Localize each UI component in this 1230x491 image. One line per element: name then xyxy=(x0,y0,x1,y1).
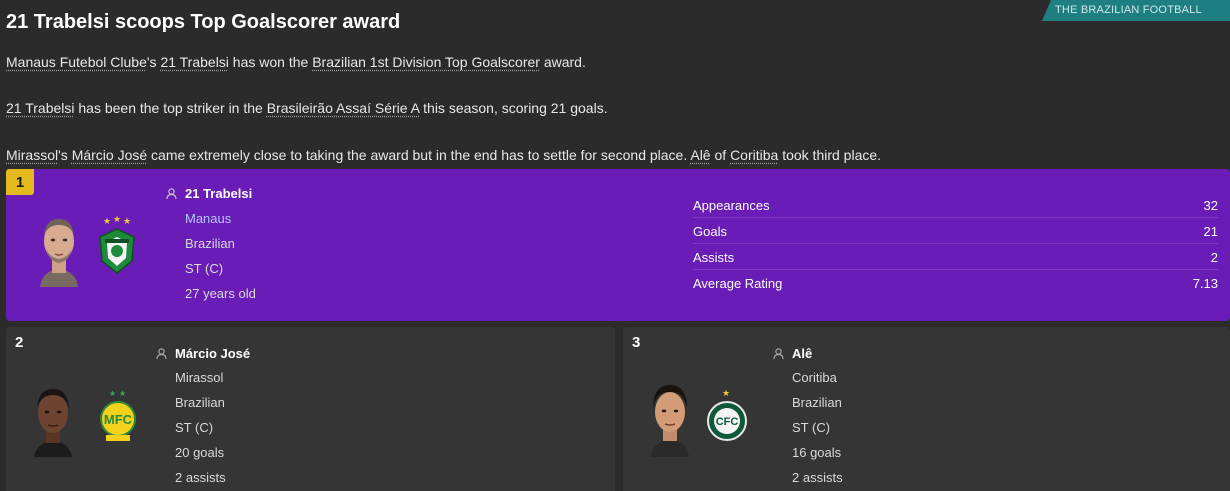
second-position: ST (C) xyxy=(175,420,214,435)
stat-divider xyxy=(693,217,1218,218)
player-face-icon[interactable] xyxy=(30,385,76,457)
stat-label-goals: Goals xyxy=(693,224,727,239)
winner-card: 1 ★ ★ ★ 21 Trabelsi Manaus Brazilian ST … xyxy=(6,169,1230,321)
stat-value-appearances: 32 xyxy=(1203,198,1218,213)
svg-text:★: ★ xyxy=(123,216,131,226)
rank-third: 3 xyxy=(632,334,641,351)
winner-name-text[interactable]: 21 Trabelsi xyxy=(185,186,252,201)
player-link-trabelsi[interactable]: 21 Trabelsi xyxy=(160,54,228,70)
award-link[interactable]: Brazilian 1st Division Top Goalscorer xyxy=(312,54,540,70)
svg-text:★: ★ xyxy=(119,389,126,398)
second-goals: 20 goals xyxy=(175,445,225,460)
player-link-ale[interactable]: Alê xyxy=(690,147,710,163)
third-goals: 16 goals xyxy=(792,445,842,460)
person-icon xyxy=(773,348,784,359)
newspaper-source-tab[interactable]: THE BRAZILIAN FOOTBALL DAILY xyxy=(1042,0,1230,21)
player-link-trabelsi-2[interactable]: 21 Trabelsi xyxy=(6,100,74,116)
news-paragraph-2: 21 Trabelsi has been the top striker in … xyxy=(6,100,608,116)
competition-link[interactable]: Brasileirão Assaí Série A xyxy=(267,100,420,116)
third-name-text[interactable]: Alê xyxy=(792,346,812,361)
svg-text:★: ★ xyxy=(113,215,121,224)
winner-age: 27 years old xyxy=(185,286,256,301)
second-nationality: Brazilian xyxy=(175,395,225,410)
club-link-mirassol[interactable]: Mirassol xyxy=(6,147,58,163)
stat-value-average-rating: 7.13 xyxy=(1192,276,1218,291)
player-face-icon[interactable] xyxy=(647,383,693,457)
player-link-marcio-jose[interactable]: Márcio José xyxy=(72,147,147,163)
svg-text:MFC: MFC xyxy=(104,412,133,427)
third-club[interactable]: Coritiba xyxy=(792,370,837,385)
winner-name[interactable]: 21 Trabelsi xyxy=(166,186,252,201)
club-link-coritiba[interactable]: Coritiba xyxy=(730,147,778,163)
stat-value-goals: 21 xyxy=(1203,224,1218,239)
svg-text:★: ★ xyxy=(103,216,111,226)
stat-divider xyxy=(693,243,1218,244)
second-place-card: 2 ★ ★ MFC Márcio José Mirassol Brazilian… xyxy=(6,327,615,491)
stat-label-appearances: Appearances xyxy=(693,198,770,213)
winner-nationality: Brazilian xyxy=(185,236,235,251)
winner-position: ST (C) xyxy=(185,261,224,276)
club-crest-manaus-icon[interactable]: ★ ★ ★ xyxy=(96,215,138,277)
third-position: ST (C) xyxy=(792,420,831,435)
club-link-manaus[interactable]: Manaus Futebol Clube xyxy=(6,54,147,70)
club-crest-mirassol-icon[interactable]: ★ ★ MFC xyxy=(98,387,138,447)
second-name[interactable]: Márcio José xyxy=(156,346,250,361)
svg-text:★: ★ xyxy=(722,388,730,398)
rank-second: 2 xyxy=(15,334,24,351)
person-icon xyxy=(166,188,177,199)
stat-label-assists: Assists xyxy=(693,250,735,265)
club-crest-coritiba-icon[interactable]: ★ CFC xyxy=(705,387,749,447)
stat-label-average-rating: Average Rating xyxy=(693,276,783,291)
player-face-icon[interactable] xyxy=(36,213,82,287)
second-name-text[interactable]: Márcio José xyxy=(175,346,250,361)
person-icon xyxy=(156,348,167,359)
third-name[interactable]: Alê xyxy=(773,346,812,361)
third-place-card: 3 ★ CFC Alê Coritiba Brazilian ST (C) 16… xyxy=(623,327,1230,491)
svg-text:CFC: CFC xyxy=(716,416,739,428)
second-assists: 2 assists xyxy=(175,470,226,485)
svg-text:★: ★ xyxy=(109,389,116,398)
winner-club[interactable]: Manaus xyxy=(185,211,231,226)
second-club[interactable]: Mirassol xyxy=(175,370,223,385)
rank-badge-first: 1 xyxy=(6,169,34,195)
stat-value-assists: 2 xyxy=(1210,250,1218,265)
news-paragraph-3: Mirassol's Márcio José came extremely cl… xyxy=(6,147,882,163)
news-headline: 21 Trabelsi scoops Top Goalscorer award xyxy=(6,11,401,33)
third-assists: 2 assists xyxy=(792,470,843,485)
third-nationality: Brazilian xyxy=(792,395,842,410)
stat-divider xyxy=(693,269,1218,270)
news-paragraph-1: Manaus Futebol Clube's 21 Trabelsi has w… xyxy=(6,54,586,70)
